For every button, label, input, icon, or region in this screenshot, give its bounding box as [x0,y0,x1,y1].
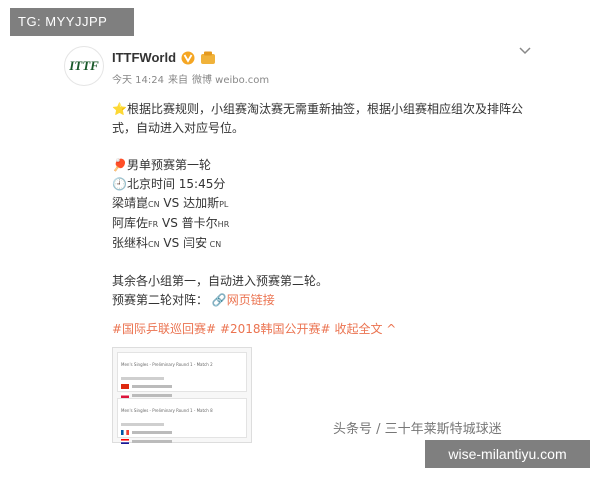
country-2: HR [217,220,230,229]
vs-label: VS [159,196,184,210]
post-source[interactable]: 微博 weibo.com [192,71,269,86]
attached-image[interactable]: Men's Singles - Preliminary Round 1 - Ma… [112,347,252,444]
round2-label: 预赛第二轮对阵： [112,293,209,307]
thumb-title: Men's Singles - Preliminary Round 1 - Ma… [121,408,213,413]
author-row: ITTFWorld [112,50,216,65]
vs-label: VS [159,236,184,250]
country-2: PL [219,200,229,209]
flag-icon [121,384,129,389]
vs-label: VS [158,216,182,230]
section-title: 🏓男单预赛第一轮 [112,158,211,172]
player-2: 达加斯 [183,196,220,210]
player-1: 梁靖崑 [112,196,149,210]
tg-watermark: TG: MYYJJPP [10,8,134,36]
round2-row: 预赛第二轮对阵： 🔗网页链接 [112,291,540,310]
author-name[interactable]: ITTFWorld [112,50,176,65]
player-2: 普卡尔 [181,216,218,230]
country-1: CN [148,200,160,209]
player-1: 阿库佐 [112,216,149,230]
hashtag-korea-open[interactable]: #2018韩国公开赛# [220,322,331,336]
match-row: 阿库佐FR VS 普卡尔HR [112,214,540,234]
collapse-text-link[interactable]: 收起全文 ^ [334,322,396,336]
weibo-post: ITTF ITTFWorld 今天 14:24 来自 微博 weibo.com … [60,40,540,444]
avatar[interactable]: ITTF [64,46,104,86]
post-meta: 今天 14:24 来自 微博 weibo.com [112,71,269,86]
flag-icon [121,430,129,435]
flag-icon [121,439,129,444]
site-watermark: wise-milantiyu.com [425,440,590,468]
country-1: FR [148,220,159,229]
from-label: 来自 [168,75,188,86]
thumb-match-card: Men's Singles - Preliminary Round 1 - Ma… [117,398,247,444]
intro-line-1: ⭐根据比赛规则，小组赛淘汰赛无需重新抽签，根据小组赛相应组次及排阵公 [112,102,523,116]
source-watermark: 头条号 / 三十年莱斯特城球迷 [333,422,502,437]
country-2: CN [207,240,222,249]
player-2: 闫安 [183,236,208,250]
time-line: 🕘北京时间 15:45分 [112,177,226,191]
thumb-match-card: Men's Singles - Preliminary Round 1 - Ma… [117,352,247,398]
others-line: 其余各小组第一，自动进入预赛第二轮。 [112,274,329,288]
hashtag-row: #国际乒联巡回赛# #2018韩国公开赛# 收起全文 ^ [112,320,540,339]
intro-line-2: 式，自动进入对应号位。 [112,121,245,135]
post-time: 今天 14:24 [112,75,164,86]
flag-icon [121,393,129,398]
hashtag-ittf-tour[interactable]: #国际乒联巡回赛# [112,322,216,336]
chevron-down-icon[interactable] [518,46,532,56]
country-1: CN [148,240,160,249]
player-1: 张继科 [112,236,149,250]
web-link[interactable]: 🔗网页链接 [212,293,275,307]
vip-badge-icon [201,51,216,64]
match-row: 梁靖崑CN VS 达加斯PL [112,194,540,214]
match-row: 张继科CN VS 闫安 CN [112,234,540,254]
post-body: ⭐根据比赛规则，小组赛淘汰赛无需重新抽签，根据小组赛相应组次及排阵公 式，自动进… [60,92,540,444]
thumb-title: Men's Singles - Preliminary Round 1 - Ma… [121,362,213,367]
post-header: ITTF ITTFWorld 今天 14:24 来自 微博 weibo.com [60,40,540,92]
verified-icon [181,51,195,64]
